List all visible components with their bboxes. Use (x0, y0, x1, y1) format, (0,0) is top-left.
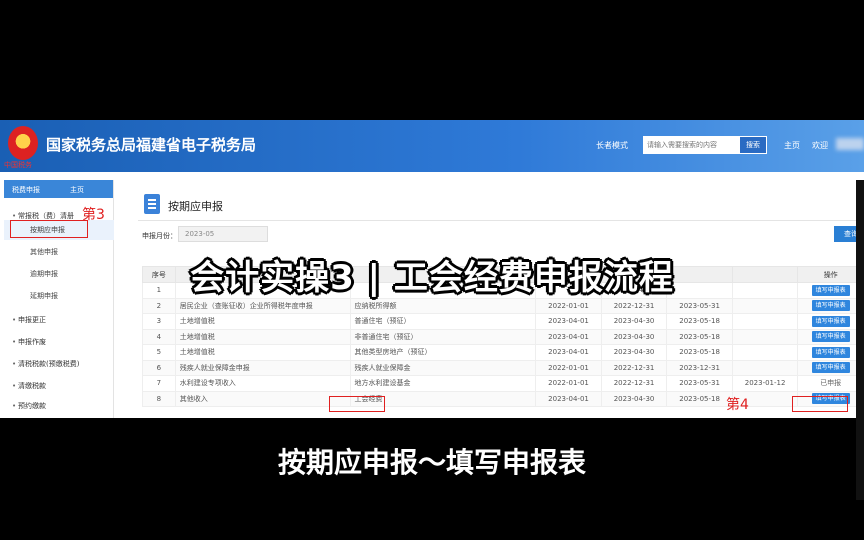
sidebar-item-9[interactable]: 清缴税款 (4, 376, 114, 396)
site-title: 国家税务总局福建省电子税务局 (46, 136, 257, 154)
sidebar-header: 税费申报 主页 (4, 180, 113, 198)
main-panel: 按期应申报 申报月份： 2023-05 查询 R 序号征收品目操作 12023-… (120, 180, 864, 418)
frame-edge (856, 180, 864, 500)
cell-date (731, 297, 799, 314)
cell-action: 填写申报表 (797, 344, 864, 361)
search-button[interactable]: 搜索 (739, 136, 767, 154)
cell-item: 其他类型房地产（预征） (349, 344, 537, 361)
cell-start: 2022-01-01 (535, 359, 602, 376)
cell-tax: 残疾人就业保障金申报 (174, 359, 351, 376)
cell-no: 8 (142, 390, 176, 407)
cell-deadline: 2023-05-18 (666, 390, 733, 407)
welcome-text: 欢迎 (812, 141, 828, 150)
cell-end: 2023-04-30 (600, 328, 668, 345)
cell-deadline: 2023-05-18 (666, 344, 733, 361)
cell-deadline: 2023-05-18 (666, 313, 733, 330)
cell-deadline: 2023-12-31 (666, 359, 733, 376)
cell-action: 填写申报表 (797, 313, 864, 330)
cell-action: 填写申报表 (797, 297, 864, 314)
cell-item: 应纳税所得额 (349, 297, 537, 314)
fill-declaration-button[interactable]: 填写申报表 (811, 346, 850, 358)
step4-label: 第4 (726, 397, 749, 413)
home-link[interactable]: 主页 (784, 140, 800, 151)
cell-no: 5 (142, 344, 176, 361)
sidebar-item-7[interactable]: 申报作废 (4, 332, 114, 352)
elder-mode-link[interactable]: 长者模式 (596, 140, 628, 151)
cell-deadline: 2023-05-31 (666, 297, 733, 314)
table-row: 7 水利建设专项收入 地方水利建设基金 2022-01-01 2022-12-31 202… (142, 375, 864, 392)
cell-start: 2023-04-01 (535, 313, 602, 330)
tax-emblem-icon (8, 126, 38, 160)
cell-no: 2 (142, 297, 176, 314)
cell-tax: 其他收入 (174, 390, 351, 407)
cell-deadline: 2023-05-31 (666, 375, 733, 392)
emblem-text: 中国税务 (4, 161, 32, 169)
table-row: 2 居民企业（查账征收）企业所得税年度申报 应纳税所得额 2022-01-01 2022… (142, 297, 864, 314)
document-icon (144, 194, 160, 214)
redacted-username (836, 138, 864, 150)
cell-tax: 居民企业（查账征收）企业所得税年度申报 (174, 297, 351, 314)
cell-date (731, 313, 799, 330)
declared-status: 已申报 (820, 379, 842, 388)
sidebar-home-link[interactable]: 主页 (70, 185, 84, 195)
table-row: 5 土地增值税 其他类型房地产（预征） 2023-04-01 2023-04-30 202… (142, 344, 864, 361)
cell-end: 2023-04-30 (600, 344, 668, 361)
divider (138, 220, 858, 221)
cell-tax: 土地增值税 (174, 328, 351, 345)
fill-declaration-button[interactable]: 填写申报表 (811, 300, 850, 312)
step3-label: 第3 (82, 207, 105, 223)
cell-tax: 土地增值税 (174, 313, 351, 330)
cell-action: 填写申报表 (797, 328, 864, 345)
cell-start: 2023-04-01 (535, 344, 602, 361)
cell-no: 6 (142, 359, 176, 376)
sidebar-item-6[interactable]: 申报更正 (4, 310, 114, 330)
cell-date (731, 328, 799, 345)
cell-start: 2022-01-01 (535, 375, 602, 392)
cell-item: 残疾人就业保障金 (349, 359, 537, 376)
cell-item: 普通住宅（预征） (349, 313, 537, 330)
cell-no: 7 (142, 375, 176, 392)
cell-item: 地方水利建设基金 (349, 375, 537, 392)
fill-declaration-button[interactable]: 填写申报表 (811, 362, 850, 374)
cell-action: 填写申报表 (797, 359, 864, 376)
cell-end: 2022-12-31 (600, 297, 668, 314)
page-title: 按期应申报 (168, 200, 223, 213)
table-row: 6 残疾人就业保障金申报 残疾人就业保障金 2022-01-01 2022-12-31 2… (142, 359, 864, 376)
cell-end: 2022-12-31 (600, 359, 668, 376)
search-input[interactable] (643, 136, 739, 154)
cell-date (731, 344, 799, 361)
cell-date (731, 359, 799, 376)
highlight-box-union-fee (329, 396, 385, 412)
cell-tax: 水利建设专项收入 (174, 375, 351, 392)
highlight-box-step3 (10, 220, 88, 238)
cell-tax: 土地增值税 (174, 344, 351, 361)
cell-no: 4 (142, 328, 176, 345)
cell-no: 3 (142, 313, 176, 330)
cell-end: 2022-12-31 (600, 375, 668, 392)
table-row: 3 土地增值税 普通住宅（预征） 2023-04-01 2023-04-30 2023-0… (142, 313, 864, 330)
sidebar-item-10[interactable]: 预约缴款 (4, 396, 114, 416)
video-caption: 按期应申报～填写申报表 (277, 446, 586, 479)
cell-deadline: 2023-05-18 (666, 328, 733, 345)
sidebar-item-8[interactable]: 清税税款(预缴税费) (4, 354, 114, 374)
cell-end: 2023-04-30 (600, 313, 668, 330)
period-label: 申报月份： (142, 232, 177, 240)
cell-start: 2023-04-01 (535, 328, 602, 345)
fill-declaration-button[interactable]: 填写申报表 (811, 331, 850, 343)
cell-date: 2023-01-12 (731, 375, 799, 392)
cell-end: 2023-04-30 (600, 390, 668, 407)
site-header: 中国税务 国家税务总局福建省电子税务局 长者模式 搜索 主页 欢迎 (0, 120, 864, 172)
sidebar-title: 税费申报 (12, 186, 40, 194)
table-row: 8 其他收入 工会经费 2023-04-01 2023-04-30 2023-05-18 填… (142, 390, 864, 407)
cell-item: 非普通住宅（预征） (349, 328, 537, 345)
sidebar: 税费申报 主页 常报税（费）清册按期应申报其他申报逾期申报延期申报申报更正申报作… (4, 180, 114, 418)
fill-declaration-button[interactable]: 填写申报表 (811, 315, 850, 327)
cell-start: 2022-01-01 (535, 297, 602, 314)
table-row: 4 土地增值税 非普通住宅（预征） 2023-04-01 2023-04-30 2023-… (142, 328, 864, 345)
overlay-title: 会计实操3 | 工会经费申报流程 (190, 258, 674, 298)
cell-start: 2023-04-01 (535, 390, 602, 407)
period-field[interactable]: 2023-05 (178, 226, 268, 242)
highlight-box-step4 (792, 396, 848, 412)
cell-action: 已申报 (797, 375, 864, 392)
